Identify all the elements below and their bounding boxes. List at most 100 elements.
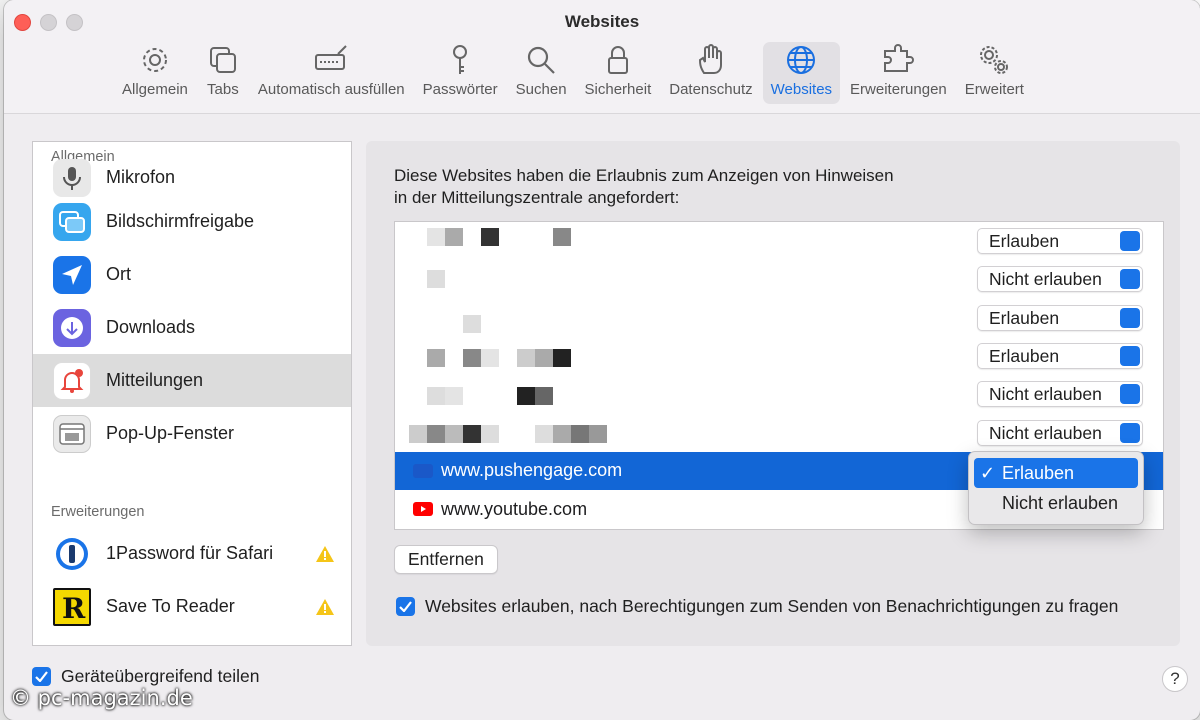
sidebar-item-save-to-reader[interactable]: R Save To Reader <box>33 580 351 633</box>
table-row[interactable]: Erlauben <box>395 222 1163 260</box>
permission-select[interactable]: Nicht erlauben <box>977 266 1143 293</box>
table-row[interactable]: Nicht erlauben <box>395 413 1163 451</box>
keyboard-pen-icon <box>315 45 347 70</box>
bell-icon <box>53 361 91 400</box>
sidebar-item-label: Ort <box>106 264 131 284</box>
watermark: © pc-magazin.de <box>10 686 193 710</box>
window-title: Websites <box>564 12 640 31</box>
sidebar-item-label: Save To Reader <box>106 596 235 616</box>
ask-permission-checkbox[interactable] <box>396 597 415 616</box>
microphone-icon <box>53 158 91 197</box>
download-icon <box>53 308 91 347</box>
gear-icon <box>142 48 167 72</box>
permission-select[interactable]: Nicht erlauben <box>977 381 1143 408</box>
sidebar-item-downloads[interactable]: Downloads <box>33 301 351 354</box>
blurred-site-name <box>401 375 631 413</box>
location-arrow-icon <box>53 255 91 294</box>
remove-button[interactable]: Entfernen <box>394 545 498 574</box>
table-row[interactable]: Nicht erlauben <box>395 260 1163 298</box>
permission-select[interactable]: Erlauben <box>977 343 1143 370</box>
blurred-site-name <box>401 222 631 260</box>
svg-text:R: R <box>62 592 86 622</box>
preferences-toolbar: Allgemein Tabs Automatisch ausfüllen Pas… <box>114 42 1032 104</box>
sidebar-item-mikrofon[interactable]: Mikrofon <box>33 158 351 197</box>
select-arrows-icon <box>1120 269 1140 290</box>
tab-erweiterungen[interactable]: Erweiterungen <box>842 42 955 104</box>
sidebar-item-bildschirmfreigabe[interactable]: Bildschirmfreigabe <box>33 195 351 248</box>
select-arrows-icon <box>1120 307 1140 328</box>
sidebar-item-label: Downloads <box>106 317 196 337</box>
option-label: Erlauben <box>1002 463 1075 483</box>
hand-icon <box>698 44 722 74</box>
tab-passwoerter[interactable]: Passwörter <box>415 42 506 104</box>
tab-label: Datenschutz <box>669 81 753 98</box>
tab-erweitert[interactable]: Erweitert <box>957 42 1032 104</box>
select-arrows-icon <box>1120 231 1140 252</box>
site-name: www.youtube.com <box>441 498 588 519</box>
tab-label: Passwörter <box>422 81 498 98</box>
tab-tabs[interactable]: Tabs <box>198 42 248 104</box>
help-button[interactable]: ? <box>1162 666 1188 692</box>
tab-websites[interactable]: Websites <box>762 42 841 104</box>
sidebar-item-label: Mitteilungen <box>106 370 204 390</box>
site-name: www.pushengage.com <box>441 460 623 481</box>
share-across-devices-checkbox[interactable] <box>32 667 51 686</box>
permission-select[interactable]: Erlauben <box>977 228 1143 255</box>
ask-permission-checkbox-row[interactable]: Websites erlauben, nach Berechtigungen z… <box>396 596 1118 617</box>
warning-icon <box>316 598 334 615</box>
tab-label: Sicherheit <box>584 81 652 98</box>
description-line: in der Mitteilungszentrale angefordert: <box>394 188 680 207</box>
titlebar: Websites Allgemein Tabs Automatisch ausf… <box>4 0 1200 114</box>
select-value: Nicht erlauben <box>989 384 1102 405</box>
tab-label: Erweiterungen <box>850 81 947 98</box>
dropdown-option-erlauben[interactable]: ✓ Erlauben <box>974 458 1138 488</box>
tab-autofill[interactable]: Automatisch ausfüllen <box>250 42 413 104</box>
tab-allgemein[interactable]: Allgemein <box>114 42 196 104</box>
screen-share-icon <box>53 202 91 241</box>
key-icon <box>453 45 468 74</box>
tab-label: Automatisch ausfüllen <box>257 81 405 98</box>
table-row[interactable]: Erlauben <box>395 337 1163 375</box>
tab-label: Erweitert <box>964 81 1024 98</box>
reader-r-icon: R <box>53 587 91 626</box>
select-arrows-icon <box>1120 346 1140 367</box>
dropdown-option-nicht-erlauben[interactable]: Nicht erlauben <box>974 488 1138 518</box>
youtube-favicon-icon <box>413 502 433 517</box>
tabs-icon <box>209 47 236 73</box>
checkmark-icon: ✓ <box>980 463 996 483</box>
sidebar-item-mitteilungen[interactable]: Mitteilungen <box>33 354 351 407</box>
sidebar-item-label: Pop-Up-Fenster <box>106 423 235 443</box>
permission-select[interactable]: Erlauben <box>977 304 1143 331</box>
blurred-site-name <box>401 260 631 298</box>
tab-sicherheit[interactable]: Sicherheit <box>577 42 660 104</box>
tab-datenschutz[interactable]: Datenschutz <box>661 42 760 104</box>
warning-icon <box>316 545 334 562</box>
share-across-devices-label: Geräteübergreifend teilen <box>61 666 260 686</box>
magnifier-icon <box>527 46 555 74</box>
select-arrows-icon <box>1120 384 1140 405</box>
sidebar-item-label: Mikrofon <box>106 167 176 187</box>
lock-icon <box>607 46 628 74</box>
sidebar-item-popup-fenster[interactable]: Pop-Up-Fenster <box>33 407 351 460</box>
panel-description: Diese Websites haben die Erlaubnis zum A… <box>394 165 994 209</box>
permission-select[interactable]: Nicht erlauben <box>977 419 1143 446</box>
share-across-devices-row[interactable]: Geräteübergreifend teilen <box>32 666 259 687</box>
sidebar-item-label: 1Password für Safari <box>106 543 274 563</box>
tab-label: Suchen <box>515 81 567 98</box>
blurred-site-name <box>401 413 631 451</box>
select-value: Nicht erlauben <box>989 269 1102 290</box>
sidebar-item-1password[interactable]: 1Password für Safari <box>33 527 351 580</box>
site-favicon-icon <box>413 463 433 478</box>
sidebar-item-label: Bildschirmfreigabe <box>106 211 255 231</box>
ask-permission-label: Websites erlauben, nach Berechtigungen z… <box>425 596 1119 616</box>
preferences-window: Websites Allgemein Tabs Automatisch ausf… <box>4 0 1200 720</box>
tab-label: Allgemein <box>122 81 188 98</box>
section-header-extensions: Erweiterungen <box>51 504 145 520</box>
popup-window-icon <box>53 414 91 453</box>
puzzle-icon <box>884 44 915 72</box>
sidebar-item-ort[interactable]: Ort <box>33 248 351 301</box>
select-value: Nicht erlauben <box>989 422 1102 443</box>
tab-suchen[interactable]: Suchen <box>508 42 575 104</box>
table-row[interactable]: Nicht erlauben <box>395 375 1163 413</box>
table-row[interactable]: Erlauben <box>395 299 1163 337</box>
